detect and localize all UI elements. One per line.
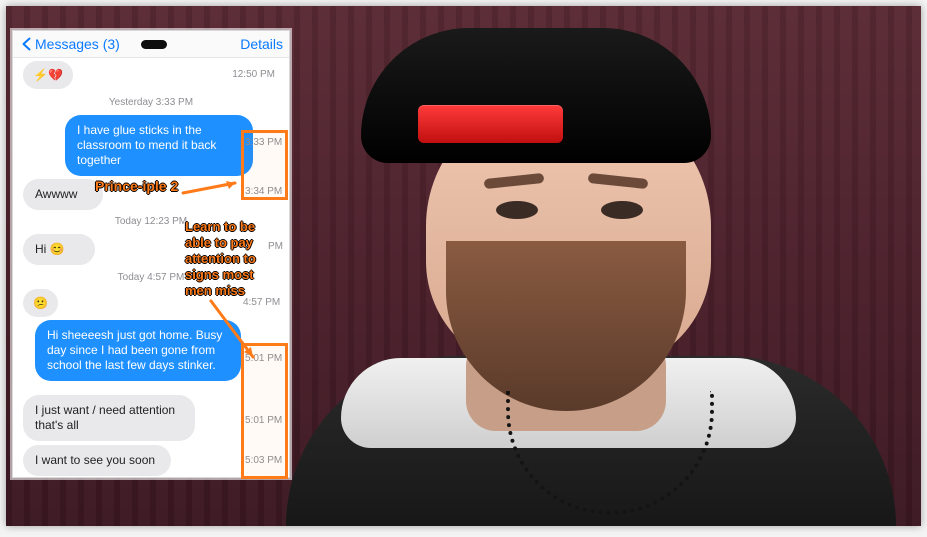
arrow-icon (181, 181, 237, 195)
emoji-icon: ⚡💔 (23, 61, 73, 89)
message-thread: Messages (3) Details ⚡💔 12:50 PM Yesterd… (12, 30, 290, 479)
back-button[interactable]: Messages (3) (21, 36, 120, 52)
message-time: 12:50 PM (232, 69, 275, 80)
highlight-box (241, 130, 288, 200)
top-bar: Messages (3) Details (13, 31, 289, 58)
back-label: Messages (3) (35, 36, 120, 52)
arrow-icon (209, 299, 255, 359)
details-button[interactable]: Details (240, 36, 283, 52)
eye-left (496, 201, 538, 219)
outgoing-message: I have glue sticks in the classroom to m… (65, 115, 253, 176)
cap-strap (418, 105, 563, 143)
presenter (286, 6, 896, 526)
annotation-principle: Prince-iple 2 (95, 178, 179, 194)
annotation-line: attention to (185, 251, 256, 266)
redaction-mark (141, 40, 167, 49)
incoming-message: Hi 😊 (23, 234, 95, 265)
emoji-icon: 😕 (23, 289, 58, 317)
annotation-line: able to pay (185, 235, 253, 250)
incoming-message: Awwww (23, 179, 103, 210)
video-frame: Messages (3) Details ⚡💔 12:50 PM Yesterd… (6, 6, 921, 526)
incoming-message: I want to see you soon (23, 445, 171, 476)
annotation-line: signs most (185, 267, 254, 282)
annotation-learn: Learn to be able to pay attention to sig… (185, 219, 277, 299)
eye-right (601, 201, 643, 219)
incoming-message: I just want / need attention that's all (23, 395, 195, 441)
eyebrow-left (483, 172, 545, 190)
eyebrow-right (587, 172, 649, 190)
chevron-left-icon (22, 37, 31, 51)
annotation-line: Learn to be (185, 219, 256, 234)
timestamp: Yesterday 3:33 PM (108, 97, 194, 108)
